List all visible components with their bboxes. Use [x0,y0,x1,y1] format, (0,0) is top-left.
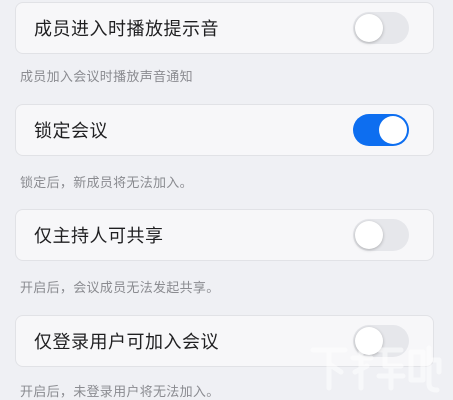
play-join-sound-toggle[interactable] [353,12,409,44]
setting-description: 开启后，未登录用户将无法加入。 [20,385,220,400]
lock-meeting-toggle[interactable] [353,114,409,146]
setting-description: 开启后，会议成员无法发起共享。 [20,281,220,296]
host-only-share-toggle[interactable] [353,219,409,251]
toggle-knob [355,14,383,42]
setting-lock-meeting: 锁定会议 [15,104,434,156]
setting-label: 锁定会议 [34,121,108,142]
setting-label: 仅主持人可共享 [34,226,164,247]
setting-play-join-sound: 成员进入时播放提示音 [15,2,434,54]
setting-card: 锁定会议 [15,104,434,156]
setting-label: 成员进入时播放提示音 [34,19,219,40]
toggle-knob [379,116,407,144]
setting-host-only-share: 仅主持人可共享 [15,209,434,261]
watermark-logo [310,343,442,393]
setting-description: 锁定后，新成员将无法加入。 [20,176,193,191]
setting-card: 仅主持人可共享 [15,209,434,261]
setting-description: 成员加入会议时播放声音通知 [20,70,193,85]
setting-card: 成员进入时播放提示音 [15,2,434,54]
toggle-knob [355,221,383,249]
meeting-settings-page: 成员进入时播放提示音 成员加入会议时播放声音通知 锁定会议 锁定后，新成员将无法… [0,0,453,400]
setting-label: 仅登录用户可加入会议 [34,332,219,353]
